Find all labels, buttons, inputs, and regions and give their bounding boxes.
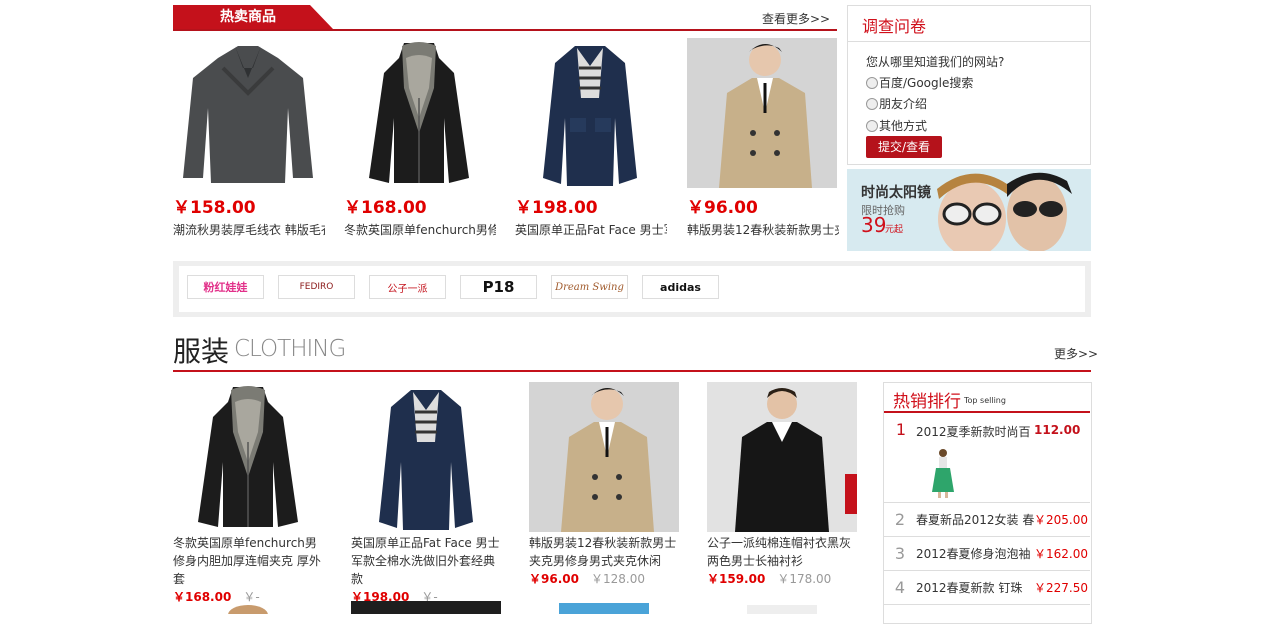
product-old-price: ￥178.00 [777,572,832,586]
product-image[interactable] [707,382,857,532]
radio-button[interactable] [866,97,878,110]
brand-logo[interactable]: 公子一派 [369,275,446,299]
product-price: ￥96.00 [529,572,579,586]
product-name[interactable]: 潮流秋男装厚毛线衣 韩版毛衣 [173,221,325,238]
rank-item-price: ￥162.00 [1034,547,1088,561]
rank-item-price: 112.00 [1034,423,1081,437]
product-price: ￥159.00 [707,572,766,586]
top-selling-divider [884,411,1090,413]
product-name[interactable]: 冬款英国原单fenchurch男修身内胆加厚连帽夹克 厚外套 [173,534,323,588]
product-image[interactable] [687,38,837,188]
banner-price: 39 [861,213,887,237]
clothing-more-link[interactable]: 更多>> [1054,345,1098,362]
rank-item-name[interactable]: 春夏新品2012女装 春 [916,511,1034,528]
product-image[interactable] [515,38,665,188]
hot-product-card[interactable]: ￥198.00 英国原单正品Fat Face 男士军 [515,38,667,238]
product-name[interactable]: 韩版男装12春秋装新款男士夹 [687,221,839,238]
product-name[interactable]: 英国原单正品Fat Face 男士军款全棉水洗做旧外套经典款 [351,534,501,588]
banner-title: 时尚太阳镜 [861,185,931,201]
product-price: ￥198.00 [515,198,598,218]
rank-item-image[interactable] [928,448,958,498]
rank-item-name[interactable]: 2012春夏修身泡泡袖 [916,545,1034,562]
hot-product-card[interactable]: ￥96.00 韩版男装12春秋装新款男士夹 [687,38,839,238]
product-name[interactable]: 冬款英国原单fenchurch男修 [344,221,496,238]
banner-price-suffix: 元起 [885,225,904,235]
hot-product-card[interactable]: ￥168.00 冬款英国原单fenchurch男修 [344,38,496,238]
product-image[interactable] [173,382,323,532]
brand-logo[interactable]: FEDIRO [278,275,355,299]
product-price: ￥168.00 [344,198,427,218]
ranking-item[interactable]: 3 2012春夏修身泡泡袖 ￥162.00 [884,536,1090,570]
rank-row-divider [884,604,1090,605]
survey-option[interactable]: 其他方式 [866,117,927,134]
brand-logo[interactable]: 粉红娃娃 [187,275,264,299]
survey-option-label: 朋友介绍 [879,97,928,111]
top-selling-title: 热销排行 [893,392,961,412]
product-image[interactable] [529,601,679,614]
clothing-subtitle: CLOTHING [234,336,346,362]
rank-item-name[interactable]: 2012春夏新款 钉珠 [916,579,1034,596]
survey-option[interactable]: 朋友介绍 [866,95,927,112]
brand-logo[interactable]: adidas [642,275,719,299]
rank-item-name[interactable]: 2012夏季新款时尚百 [916,423,1034,440]
product-name[interactable]: 公子一派纯棉连帽衬衣黑灰两色男士长袖衬衫 [707,534,857,570]
ranking-item[interactable]: 4 2012春夏新款 钉珠 ￥227.50 [884,570,1090,604]
rank-number: 2 [894,510,906,529]
rank-number: 4 [894,578,906,597]
product-image[interactable] [707,601,857,614]
hot-sale-tab-label: 热卖商品 [220,9,276,25]
sunglasses-banner[interactable]: 时尚太阳镜 限时抢购 39 元起 [847,169,1091,251]
product-image[interactable] [351,601,501,614]
brand-logo[interactable]: P18 [460,275,537,299]
clothing-product-card[interactable]: 韩版男装12春秋装新款男士夹克男修身男式夹克休闲 ￥96.00 ￥128.00 [529,382,679,587]
survey-title: 调查问卷 [862,17,927,36]
top-selling-subtitle: Top selling [964,396,1006,405]
survey-divider [848,41,1090,42]
product-image[interactable] [351,382,501,532]
product-price: ￥96.00 [687,198,758,218]
rank-item-price: ￥227.50 [1034,581,1088,595]
rank-item-price: ￥205.00 [1034,513,1088,527]
clothing-divider [173,370,1091,372]
product-image[interactable] [344,38,494,188]
brand-logo[interactable]: Dream Swing [551,275,628,299]
product-old-price: ￥128.00 [590,572,645,586]
ranking-item[interactable]: 2 春夏新品2012女装 春 ￥205.00 [884,502,1090,536]
rank-number: 3 [894,544,906,563]
product-name[interactable]: 英国原单正品Fat Face 男士军 [515,221,667,238]
survey-option-label: 百度/Google搜索 [879,76,974,90]
survey-option-label: 其他方式 [879,119,928,133]
rank-number: 1 [895,420,907,439]
survey-submit-button[interactable]: 提交/查看 [866,136,942,158]
survey-option[interactable]: 百度/Google搜索 [866,74,973,91]
survey-question: 您从哪里知道我们的网站? [866,55,1005,69]
product-image[interactable] [173,601,323,614]
product-image[interactable] [529,382,679,532]
clothing-product-card[interactable]: 冬款英国原单fenchurch男修身内胆加厚连帽夹克 厚外套 ￥168.00 ￥- [173,382,323,605]
clothing-product-card[interactable]: 公子一派纯棉连帽衬衣黑灰两色男士长袖衬衫 ￥159.00 ￥178.00 [707,382,857,587]
product-name[interactable]: 韩版男装12春秋装新款男士夹克男修身男式夹克休闲 [529,534,679,570]
clothing-product-card[interactable]: 英国原单正品Fat Face 男士军款全棉水洗做旧外套经典款 ￥198.00 ￥- [351,382,501,605]
radio-button[interactable] [866,119,878,132]
product-image[interactable] [173,38,323,188]
radio-button[interactable] [866,76,878,89]
product-price: ￥158.00 [173,198,256,218]
clothing-title: 服装 [173,335,230,368]
hot-product-card[interactable]: ￥158.00 潮流秋男装厚毛线衣 韩版毛衣 [173,38,325,238]
ranking-item[interactable]: 1 2012夏季新款时尚百 112.00 [884,414,1090,502]
hot-sale-more-link[interactable]: 查看更多>> [762,10,830,27]
